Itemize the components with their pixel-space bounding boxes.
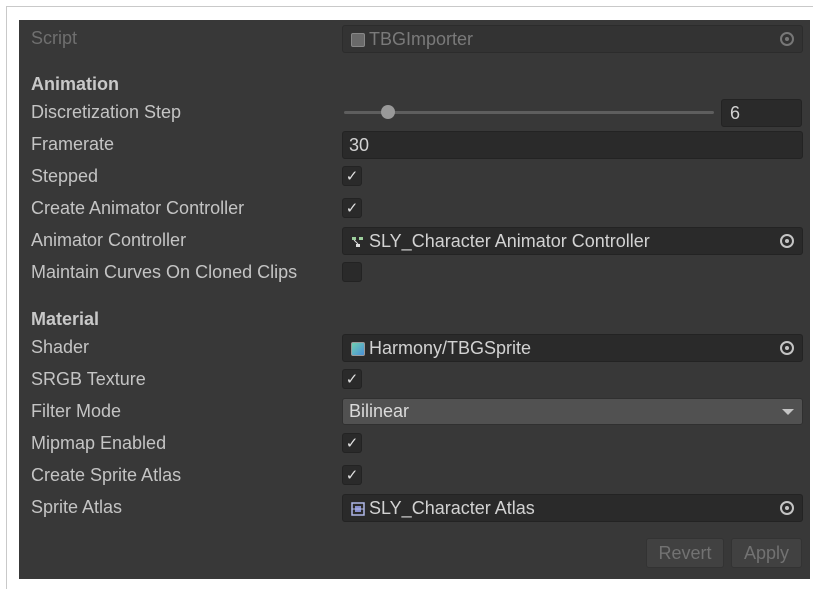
material-section-header: Material (31, 309, 100, 329)
sprite-atlas-picker-icon[interactable] (780, 501, 794, 515)
sprite-atlas-row: Sprite Atlas SLY_Character Atlas (19, 492, 810, 522)
script-icon (351, 33, 365, 47)
create-animator-controller-row: Create Animator Controller ✓ (19, 193, 810, 223)
create-animator-controller-label: Create Animator Controller (31, 198, 245, 218)
script-field: TBGImporter (342, 25, 803, 53)
framerate-input[interactable]: 30 (342, 131, 803, 159)
revert-button[interactable]: Revert (646, 538, 724, 568)
shader-field[interactable]: Harmony/TBGSprite (342, 334, 803, 362)
animator-controller-value: SLY_Character Animator Controller (369, 231, 650, 251)
sprite-atlas-field[interactable]: SLY_Character Atlas (342, 494, 803, 522)
animation-section-header: Animation (31, 74, 119, 94)
script-picker-icon (780, 32, 794, 46)
srgb-texture-row: SRGB Texture ✓ (19, 364, 810, 394)
mipmap-enabled-row: Mipmap Enabled ✓ (19, 428, 810, 458)
discretization-step-row: Discretization Step 6 (19, 97, 810, 127)
sprite-atlas-value: SLY_Character Atlas (369, 498, 535, 518)
framerate-row: Framerate 30 (19, 129, 810, 159)
create-sprite-atlas-label: Create Sprite Atlas (31, 465, 182, 485)
shader-value: Harmony/TBGSprite (369, 338, 532, 358)
shader-row: Shader Harmony/TBGSprite (19, 332, 810, 362)
apply-button[interactable]: Apply (731, 538, 802, 568)
discretization-step-slider-thumb[interactable] (381, 105, 396, 119)
shader-picker-icon[interactable] (780, 341, 794, 355)
animator-controller-row: Animator Controller SLY_Character Animat… (19, 225, 810, 255)
script-value: TBGImporter (369, 29, 474, 49)
animator-controller-label: Animator Controller (31, 230, 187, 250)
create-sprite-atlas-row: Create Sprite Atlas ✓ (19, 460, 810, 490)
script-row: Script TBGImporter (19, 23, 810, 53)
animator-controller-picker-icon[interactable] (780, 234, 794, 248)
stepped-checkbox[interactable]: ✓ (342, 166, 362, 186)
chevron-down-icon (782, 409, 794, 415)
shader-icon (351, 342, 365, 356)
animator-controller-icon (351, 235, 365, 249)
discretization-step-slider[interactable] (344, 111, 714, 114)
create-sprite-atlas-checkbox[interactable]: ✓ (342, 465, 362, 485)
srgb-texture-label: SRGB Texture (31, 369, 146, 389)
maintain-curves-label: Maintain Curves On Cloned Clips (31, 262, 298, 282)
mipmap-enabled-checkbox[interactable]: ✓ (342, 433, 362, 453)
shader-label: Shader (31, 337, 90, 357)
stepped-label: Stepped (31, 166, 99, 186)
filter-mode-value: Bilinear (349, 401, 410, 421)
filter-mode-dropdown[interactable]: Bilinear (342, 398, 803, 425)
sprite-atlas-label: Sprite Atlas (31, 497, 123, 517)
filter-mode-row: Filter Mode Bilinear (19, 396, 810, 426)
mipmap-enabled-label: Mipmap Enabled (31, 433, 167, 453)
sprite-atlas-icon (351, 502, 365, 516)
filter-mode-label: Filter Mode (31, 401, 122, 421)
maintain-curves-checkbox[interactable] (342, 262, 362, 282)
animator-controller-field[interactable]: SLY_Character Animator Controller (342, 227, 803, 255)
stepped-row: Stepped ✓ (19, 161, 810, 191)
srgb-texture-checkbox[interactable]: ✓ (342, 369, 362, 389)
framerate-label: Framerate (31, 134, 115, 154)
maintain-curves-row: Maintain Curves On Cloned Clips (19, 257, 810, 287)
discretization-step-label: Discretization Step (31, 102, 182, 122)
discretization-step-input[interactable]: 6 (721, 99, 802, 127)
script-label: Script (31, 28, 78, 48)
create-animator-controller-checkbox[interactable]: ✓ (342, 198, 362, 218)
tbg-importer-inspector: Script TBGImporter Animation Discretizat… (19, 20, 810, 579)
